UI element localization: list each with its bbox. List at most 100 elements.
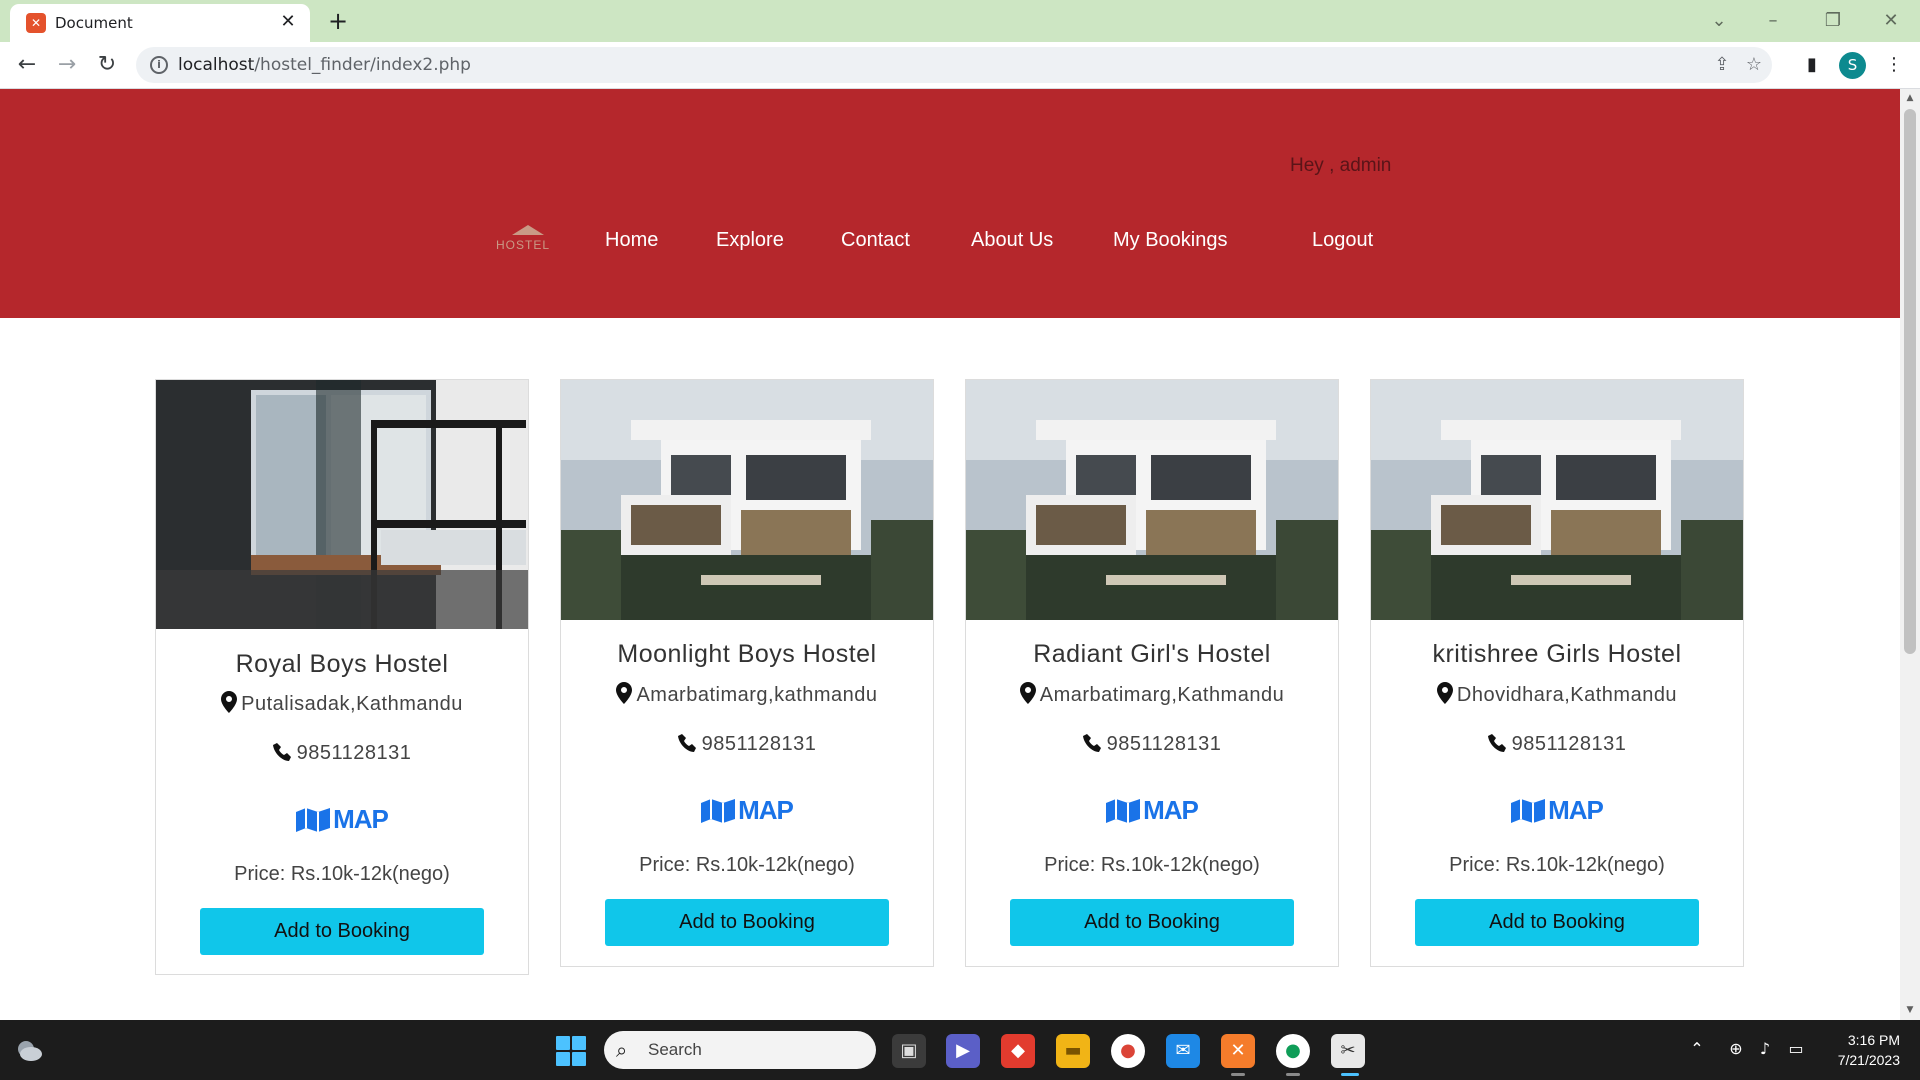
close-tab-icon[interactable]: ✕ [276,10,300,34]
xampp-favicon-icon: ✕ [26,13,46,33]
nav-home[interactable]: Home [605,229,658,252]
menu-kebab-icon[interactable]: ⋮ [1880,51,1908,79]
taskbar-search-placeholder: Search [648,1040,702,1059]
scroll-down-icon[interactable]: ▼ [1905,1005,1915,1015]
system-clock[interactable]: 3:16 PM 7/21/2023 [1820,1030,1900,1070]
hostel-phone: 9851128131 [1371,733,1743,756]
forward-button[interactable]: → [51,49,83,81]
share-icon[interactable]: ⇪ [1710,53,1734,77]
map-link[interactable]: MAP [1371,795,1743,827]
phone-icon [1082,734,1101,752]
search-icon: ⌕ [616,1038,628,1062]
location-pin-icon [1019,682,1036,704]
chrome-icon[interactable]: ● [1111,1034,1145,1068]
snipping-tool-icon[interactable]: ✂ [1331,1034,1365,1068]
taskbar: ⌕ Search ▣ ▶ ◆ ▬ ● ✉ ✕ ● ✂ ⌃ ⊕ ♪ ▭ 3:16 … [0,1020,1920,1080]
battery-icon[interactable]: ▭ [1785,1038,1807,1060]
reload-button[interactable]: ↻ [91,49,123,81]
add-to-booking-button[interactable]: Add to Booking [1415,899,1699,946]
browser-tab[interactable]: ✕ Document ✕ [10,4,310,42]
volume-icon[interactable]: ♪ [1754,1038,1776,1060]
chrome-running-indicator [1286,1073,1300,1076]
url-text[interactable]: localhost/hostel_finder/index2.php [178,55,471,75]
chrome-profile-icon[interactable]: ● [1276,1034,1310,1068]
nav-about-us[interactable]: About Us [971,229,1053,252]
mail-icon[interactable]: ✉ [1166,1034,1200,1068]
add-to-booking-button[interactable]: Add to Booking [605,899,889,946]
logo-text: HOSTEL [496,238,551,252]
hostel-card: Moonlight Boys Hostel Amarbatimarg,kathm… [560,379,934,967]
hostel-price: Price: Rs.10k-12k(nego) [1449,854,1665,876]
nav-contact[interactable]: Contact [841,229,910,252]
hostel-name: Royal Boys Hostel [235,650,449,678]
location-pin-icon [221,691,238,713]
add-to-booking-button[interactable]: Add to Booking [1010,899,1294,946]
teams-chat-icon[interactable]: ▶ [946,1034,980,1068]
map-icon [701,798,736,823]
hostel-phone: 9851128131 [156,742,528,765]
profile-avatar[interactable]: S [1839,52,1866,79]
site-info-icon[interactable]: i [150,56,168,74]
restore-button[interactable]: ❐ [1818,6,1848,36]
hostel-phone: 9851128131 [561,733,933,756]
hostel-price: Price: Rs.10k-12k(nego) [639,854,855,876]
modern-house-image [1371,380,1743,620]
logo-roof-icon [512,225,544,235]
nav-my-bookings[interactable]: My Bookings [1113,229,1228,252]
phone-icon [272,743,291,761]
nav-explore[interactable]: Explore [716,229,784,252]
task-view-icon[interactable]: ▣ [892,1034,926,1068]
map-icon [1106,798,1141,823]
taskbar-search[interactable]: ⌕ Search [604,1031,876,1069]
hostel-name: kritishree Girls Hostel [1432,640,1682,668]
xampp-icon[interactable]: ✕ [1221,1034,1255,1068]
nav-logout[interactable]: Logout [1312,229,1373,252]
modern-house-image [561,380,933,620]
hostel-price: Price: Rs.10k-12k(nego) [234,863,450,885]
phone-icon [677,734,696,752]
hostel-location: Amarbatimarg,kathmandu [561,682,933,707]
site-header: Hey , admin HOSTEL Home Explore Contact … [0,89,1900,318]
hostel-name: Radiant Girl's Hostel [1033,640,1271,668]
scroll-up-icon[interactable]: ▲ [1905,93,1915,103]
map-link[interactable]: MAP [966,795,1338,827]
side-panel-icon[interactable]: ▮ [1798,51,1826,79]
file-explorer-icon[interactable]: ▬ [1056,1034,1090,1068]
tab-search-chevron-icon[interactable]: ⌄ [1704,6,1734,36]
map-link[interactable]: MAP [561,795,933,827]
close-window-button[interactable]: ✕ [1876,6,1906,36]
browser-tab-strip: ✕ Document ✕ + ⌄ – ❐ ✕ [0,0,1920,42]
back-button[interactable]: ← [11,49,43,81]
language-globe-icon[interactable]: ⊕ [1725,1038,1747,1060]
hostel-room-image [156,380,528,629]
minimize-button[interactable]: – [1758,6,1788,36]
hostel-logo[interactable]: HOSTEL [494,221,558,261]
snipping-active-indicator [1341,1073,1359,1076]
bookmark-star-icon[interactable]: ☆ [1742,53,1766,77]
start-button[interactable] [556,1036,586,1066]
hostel-card: Radiant Girl's Hostel Amarbatimarg,Kathm… [965,379,1339,967]
hostel-phone: 9851128131 [966,733,1338,756]
address-bar[interactable]: i localhost/hostel_finder/index2.php ⇪ ☆ [136,47,1772,83]
hostel-name: Moonlight Boys Hostel [617,640,877,668]
page-scrollbar[interactable]: ▲ ▼ [1900,89,1920,1020]
map-icon [296,807,331,832]
weather-cloud-icon[interactable] [14,1037,44,1063]
new-tab-button[interactable]: + [323,6,353,36]
hostel-location: Amarbatimarg,Kathmandu [966,682,1338,707]
anydesk-icon[interactable]: ◆ [1001,1034,1035,1068]
location-pin-icon [1436,682,1453,704]
scroll-thumb[interactable] [1904,109,1916,654]
hostel-card: Royal Boys Hostel Putalisadak,Kathmandu … [155,379,529,975]
add-to-booking-button[interactable]: Add to Booking [200,908,484,955]
phone-icon [1487,734,1506,752]
hostel-price: Price: Rs.10k-12k(nego) [1044,854,1260,876]
xampp-running-indicator [1231,1073,1245,1076]
clock-date: 7/21/2023 [1837,1052,1900,1068]
map-icon [1511,798,1546,823]
modern-house-image [966,380,1338,620]
hostel-location: Putalisadak,Kathmandu [156,691,528,716]
map-link[interactable]: MAP [156,804,528,836]
tray-chevron-up-icon[interactable]: ⌃ [1686,1038,1708,1060]
clock-time: 3:16 PM [1847,1032,1900,1048]
